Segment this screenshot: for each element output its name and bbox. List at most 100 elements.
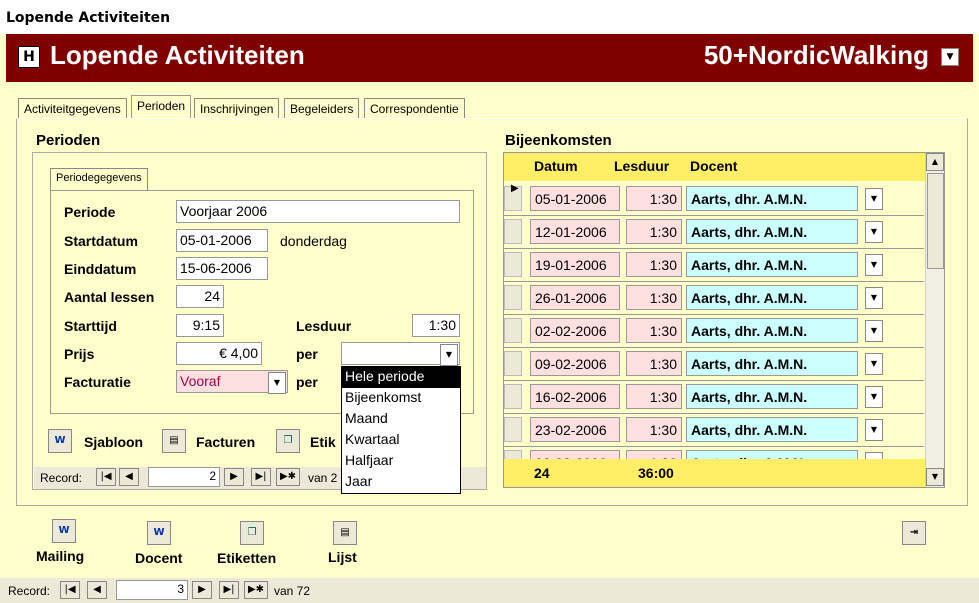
scroll-up-button[interactable]: ▲: [926, 153, 944, 171]
docent-dropdown-button[interactable]: ▼: [865, 386, 883, 408]
datum-cell[interactable]: 19-01-2006: [530, 252, 620, 277]
mailing-word-icon[interactable]: W: [52, 519, 76, 543]
tab-perioden[interactable]: Perioden: [131, 95, 192, 120]
lijst-button[interactable]: Lijst: [328, 549, 357, 565]
etiketten-sub-button[interactable]: Etik: [310, 434, 336, 450]
dropdown-option[interactable]: Hele periode: [342, 367, 460, 388]
table-row[interactable]: 23-02-2006 1:30 Aarts, dhr. A.M.N. ▼: [504, 414, 924, 447]
docent-dropdown-button[interactable]: ▼: [865, 320, 883, 342]
datum-cell[interactable]: 16-02-2006: [530, 384, 620, 409]
main-first-record-button[interactable]: |◀: [60, 581, 80, 599]
prev-record-button[interactable]: ◀: [119, 468, 139, 486]
last-record-button[interactable]: ▶|: [251, 468, 271, 486]
table-row[interactable]: 12-01-2006 1:30 Aarts, dhr. A.M.N. ▼: [504, 216, 924, 249]
tab-inschrijvingen[interactable]: Inschrijvingen: [194, 98, 280, 120]
word-icon[interactable]: W: [48, 429, 72, 453]
datum-cell[interactable]: 09-02-2006: [530, 351, 620, 376]
lesduur-cell[interactable]: 1:30: [626, 285, 682, 310]
lesduur-cell[interactable]: 1:30: [626, 450, 682, 459]
datum-cell[interactable]: 02-03-2006: [530, 450, 620, 459]
table-row[interactable]: 05-01-2006 1:30 Aarts, dhr. A.M.N. ▼: [504, 183, 924, 216]
report-icon[interactable]: ▤: [162, 429, 186, 453]
scroll-thumb[interactable]: [927, 173, 944, 269]
docent-dropdown-button[interactable]: ▼: [865, 221, 883, 243]
startdatum-field[interactable]: 05-01-2006: [176, 229, 268, 252]
lijst-icon[interactable]: ▤: [333, 521, 357, 545]
docent-button[interactable]: Docent: [135, 550, 182, 566]
dropdown-option[interactable]: Halfjaar: [342, 451, 460, 472]
lesduur-cell[interactable]: 1:30: [626, 252, 682, 277]
main-last-record-button[interactable]: ▶|: [219, 581, 239, 599]
docent-dropdown-button[interactable]: ▼: [865, 452, 883, 459]
datum-cell[interactable]: 23-02-2006: [530, 417, 620, 442]
docent-cell[interactable]: Aarts, dhr. A.M.N.: [686, 219, 858, 244]
etiketten-button[interactable]: Etiketten: [217, 550, 276, 566]
docent-dropdown-button[interactable]: ▼: [865, 419, 883, 441]
labels-icon[interactable]: ❐: [276, 429, 300, 453]
facturatie-dropdown-button[interactable]: ▼: [268, 372, 286, 394]
mailing-button[interactable]: Mailing: [36, 548, 84, 564]
per-dropdown-list[interactable]: Hele periode Bijeenkomst Maand Kwartaal …: [341, 366, 461, 494]
docent-cell[interactable]: Aarts, dhr. A.M.N.: [686, 186, 858, 211]
docent-cell[interactable]: Aarts, dhr. A.M.N.: [686, 318, 858, 343]
tab-periodegegevens[interactable]: Periodegegevens: [50, 168, 148, 190]
sjabloon-button[interactable]: Sjabloon: [84, 434, 143, 450]
sub-record-number[interactable]: 2: [148, 467, 220, 487]
header-dropdown-button[interactable]: ▼: [941, 48, 959, 66]
datum-cell[interactable]: 12-01-2006: [530, 219, 620, 244]
docent-dropdown-button[interactable]: ▼: [865, 188, 883, 210]
table-row[interactable]: 02-03-2006 1:30 Aarts, dhr. A.M.N. ▼: [504, 447, 924, 459]
dropdown-option[interactable]: Kwartaal: [342, 430, 460, 451]
table-row[interactable]: 02-02-2006 1:30 Aarts, dhr. A.M.N. ▼: [504, 315, 924, 348]
exit-door-icon[interactable]: ⇥: [902, 521, 926, 545]
docent-cell[interactable]: Aarts, dhr. A.M.N.: [686, 417, 858, 442]
lesduur-cell[interactable]: 1:30: [626, 351, 682, 376]
table-row[interactable]: 26-01-2006 1:30 Aarts, dhr. A.M.N. ▼: [504, 282, 924, 315]
datum-cell[interactable]: 05-01-2006: [530, 186, 620, 211]
lesduur-field[interactable]: 1:30: [412, 314, 460, 337]
datum-cell[interactable]: 02-02-2006: [530, 318, 620, 343]
lesduur-cell[interactable]: 1:30: [626, 318, 682, 343]
dropdown-option[interactable]: Bijeenkomst: [342, 388, 460, 409]
table-row[interactable]: 09-02-2006 1:30 Aarts, dhr. A.M.N. ▼: [504, 348, 924, 381]
docent-cell[interactable]: Aarts, dhr. A.M.N.: [686, 450, 858, 459]
lesduur-cell[interactable]: 1:30: [626, 384, 682, 409]
grid-scrollbar[interactable]: ▲ ▼: [925, 153, 944, 487]
aantal-lessen-field[interactable]: 24: [176, 285, 224, 308]
h-icon[interactable]: H: [18, 46, 40, 68]
table-row[interactable]: 19-01-2006 1:30 Aarts, dhr. A.M.N. ▼: [504, 249, 924, 282]
lesduur-cell[interactable]: 1:30: [626, 186, 682, 211]
first-record-button[interactable]: |◀: [96, 468, 116, 486]
lesduur-cell[interactable]: 1:30: [626, 417, 682, 442]
starttijd-field[interactable]: 9:15: [176, 314, 224, 337]
tab-correspondentie[interactable]: Correspondentie: [364, 98, 465, 120]
docent-dropdown-button[interactable]: ▼: [865, 353, 883, 375]
docent-cell[interactable]: Aarts, dhr. A.M.N.: [686, 351, 858, 376]
scroll-down-button[interactable]: ▼: [926, 468, 944, 486]
docent-cell[interactable]: Aarts, dhr. A.M.N.: [686, 285, 858, 310]
dropdown-option[interactable]: Jaar: [342, 472, 460, 493]
next-record-button[interactable]: ▶: [224, 468, 244, 486]
docent-cell[interactable]: Aarts, dhr. A.M.N.: [686, 252, 858, 277]
lesduur-cell[interactable]: 1:30: [626, 219, 682, 244]
docent-cell[interactable]: Aarts, dhr. A.M.N.: [686, 384, 858, 409]
main-record-number[interactable]: 3: [116, 580, 188, 600]
tab-activiteitgegevens[interactable]: Activiteitgegevens: [18, 98, 127, 120]
prijs-per-dropdown-button[interactable]: ▼: [440, 344, 458, 366]
facturen-button[interactable]: Facturen: [196, 434, 255, 450]
dropdown-option[interactable]: Maand: [342, 409, 460, 430]
tab-begeleiders[interactable]: Begeleiders: [284, 98, 360, 120]
main-prev-record-button[interactable]: ◀: [87, 581, 107, 599]
main-next-record-button[interactable]: ▶: [192, 581, 212, 599]
prijs-field[interactable]: € 4,00: [176, 342, 262, 365]
einddatum-field[interactable]: 15-06-2006: [176, 257, 268, 280]
periode-field[interactable]: Voorjaar 2006: [176, 200, 460, 223]
main-new-record-button[interactable]: ▶✱: [244, 581, 268, 599]
datum-cell[interactable]: 26-01-2006: [530, 285, 620, 310]
new-record-button[interactable]: ▶✱: [276, 468, 300, 486]
table-row[interactable]: 16-02-2006 1:30 Aarts, dhr. A.M.N. ▼: [504, 381, 924, 414]
docent-word-icon[interactable]: W: [147, 521, 171, 545]
docent-dropdown-button[interactable]: ▼: [865, 254, 883, 276]
docent-dropdown-button[interactable]: ▼: [865, 287, 883, 309]
etiketten-icon[interactable]: ❐: [240, 521, 264, 545]
